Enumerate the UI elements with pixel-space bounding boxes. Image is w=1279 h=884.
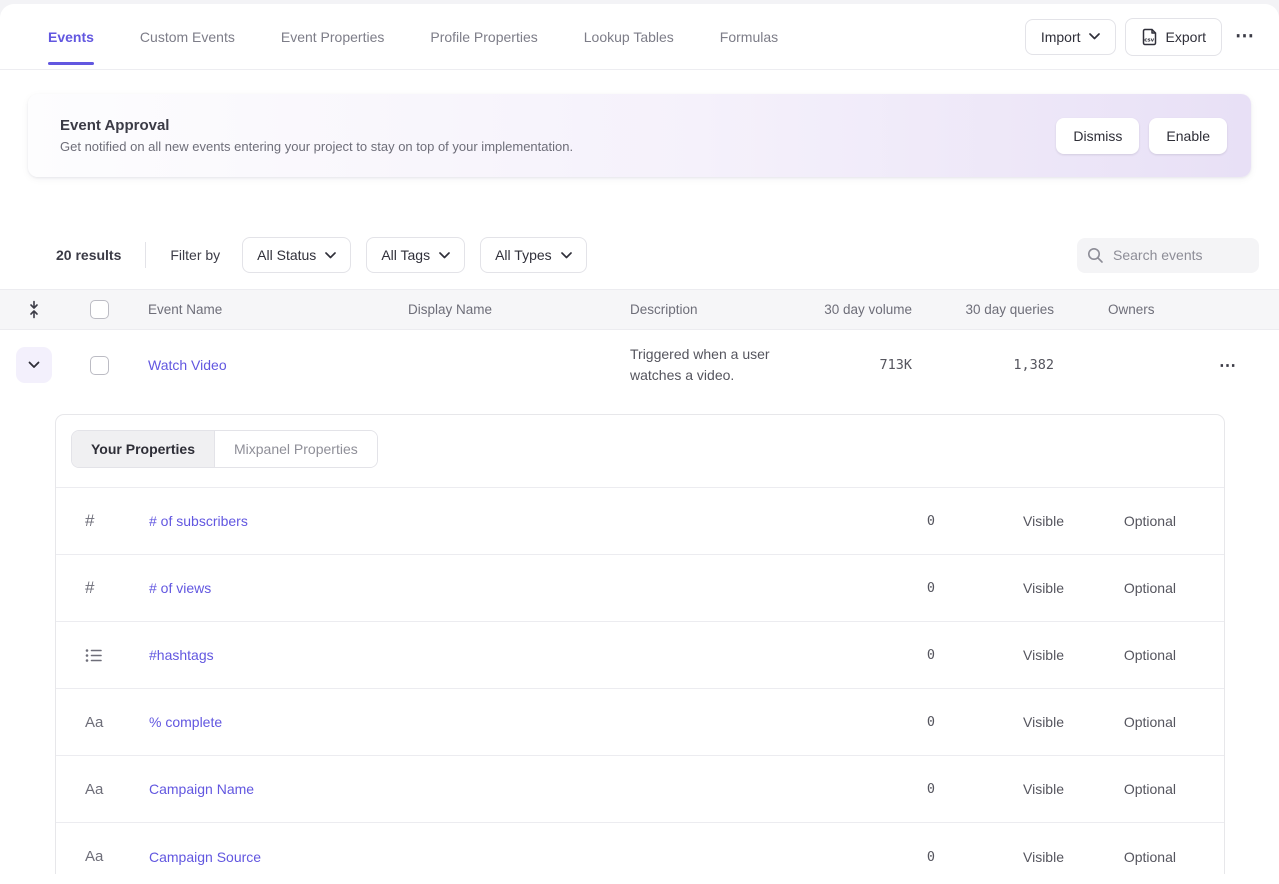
property-requirement: Optional bbox=[1076, 849, 1176, 865]
property-count: 0 bbox=[856, 580, 976, 596]
tab-event-properties[interactable]: Event Properties bbox=[281, 23, 385, 51]
properties-tabs: Your Properties Mixpanel Properties bbox=[56, 415, 1224, 487]
property-row: Aa Campaign Source 0 Visible Optional bbox=[56, 823, 1224, 884]
enable-button[interactable]: Enable bbox=[1149, 118, 1227, 154]
export-button[interactable]: csv Export bbox=[1125, 18, 1222, 56]
chevron-down-icon bbox=[561, 252, 572, 259]
banner-actions: Dismiss Enable bbox=[1056, 118, 1227, 154]
number-type-icon: # bbox=[56, 511, 149, 531]
property-count: 0 bbox=[856, 849, 976, 865]
property-name-link[interactable]: Campaign Source bbox=[149, 849, 261, 865]
property-name-link[interactable]: # of subscribers bbox=[149, 513, 248, 529]
types-filter-value: All Types bbox=[495, 247, 552, 263]
property-visibility: Visible bbox=[976, 513, 1076, 529]
row-checkbox[interactable] bbox=[90, 356, 109, 375]
col-description: Description bbox=[612, 302, 802, 317]
chevron-down-icon bbox=[1089, 33, 1100, 40]
status-filter-value: All Status bbox=[257, 247, 316, 263]
collapse-all-icon[interactable] bbox=[0, 300, 68, 319]
types-filter-dropdown[interactable]: All Types bbox=[480, 237, 587, 273]
event-name-link[interactable]: Watch Video bbox=[148, 357, 227, 373]
property-visibility: Visible bbox=[976, 647, 1076, 663]
property-visibility: Visible bbox=[976, 580, 1076, 596]
property-name-link[interactable]: Campaign Name bbox=[149, 781, 254, 797]
description-cell: Triggered when a user watches a video. bbox=[612, 331, 802, 399]
svg-text:csv: csv bbox=[1144, 37, 1154, 43]
import-button[interactable]: Import bbox=[1025, 19, 1116, 55]
nav-tabs: Events Custom Events Event Properties Pr… bbox=[48, 23, 778, 51]
filter-bar: 20 results Filter by All Status All Tags… bbox=[56, 237, 1259, 273]
search-input[interactable] bbox=[1113, 247, 1243, 263]
text-type-icon: Aa bbox=[56, 714, 149, 731]
property-name-link[interactable]: # of views bbox=[149, 580, 211, 596]
csv-file-icon: csv bbox=[1141, 28, 1158, 46]
tab-profile-properties[interactable]: Profile Properties bbox=[430, 23, 537, 51]
banner-subtitle: Get notified on all new events entering … bbox=[60, 139, 573, 154]
text-type-icon: Aa bbox=[56, 781, 149, 798]
tags-filter-value: All Tags bbox=[381, 247, 430, 263]
search-icon bbox=[1087, 247, 1104, 264]
volume-cell: 713K bbox=[802, 357, 912, 373]
tab-lookup-tables[interactable]: Lookup Tables bbox=[584, 23, 674, 51]
nav-actions: Import csv Export ⋯ bbox=[1025, 18, 1259, 56]
row-menu-icon[interactable]: ⋯ bbox=[1215, 351, 1241, 380]
banner-text: Event Approval Get notified on all new e… bbox=[44, 117, 573, 154]
filter-by-label: Filter by bbox=[170, 247, 220, 263]
row-expander-button[interactable] bbox=[16, 347, 52, 383]
property-visibility: Visible bbox=[976, 781, 1076, 797]
property-row: Aa % complete 0 Visible Optional bbox=[56, 689, 1224, 756]
col-event-name: Event Name bbox=[130, 302, 390, 317]
tab-mixpanel-properties[interactable]: Mixpanel Properties bbox=[215, 431, 377, 467]
chevron-down-icon bbox=[28, 361, 40, 369]
property-requirement: Optional bbox=[1076, 714, 1176, 730]
property-requirement: Optional bbox=[1076, 513, 1176, 529]
tab-custom-events[interactable]: Custom Events bbox=[140, 23, 235, 51]
chevron-down-icon bbox=[439, 252, 450, 259]
property-name-link[interactable]: % complete bbox=[149, 714, 222, 730]
top-nav: Events Custom Events Event Properties Pr… bbox=[0, 4, 1279, 70]
text-type-icon: Aa bbox=[56, 848, 149, 865]
list-type-icon bbox=[56, 648, 149, 663]
page: Events Custom Events Event Properties Pr… bbox=[0, 4, 1279, 884]
col-volume: 30 day volume bbox=[802, 302, 912, 317]
queries-cell: 1,382 bbox=[912, 357, 1054, 373]
col-owners: Owners bbox=[1054, 302, 1189, 317]
search-box bbox=[1077, 238, 1259, 273]
table-row: Watch Video Triggered when a user watche… bbox=[0, 330, 1279, 400]
col-display-name: Display Name bbox=[390, 302, 612, 317]
import-button-label: Import bbox=[1041, 29, 1081, 45]
table-header: Event Name Display Name Description 30 d… bbox=[0, 289, 1279, 330]
results-count: 20 results bbox=[56, 247, 121, 263]
banner-title: Event Approval bbox=[60, 117, 573, 134]
dismiss-button[interactable]: Dismiss bbox=[1056, 118, 1139, 154]
property-requirement: Optional bbox=[1076, 647, 1176, 663]
property-visibility: Visible bbox=[976, 849, 1076, 865]
chevron-down-icon bbox=[325, 252, 336, 259]
status-filter-dropdown[interactable]: All Status bbox=[242, 237, 351, 273]
tab-formulas[interactable]: Formulas bbox=[720, 23, 778, 51]
property-count: 0 bbox=[856, 513, 976, 529]
export-button-label: Export bbox=[1166, 29, 1206, 45]
property-row: # # of subscribers 0 Visible Optional bbox=[56, 488, 1224, 555]
overflow-menu-icon[interactable]: ⋯ bbox=[1231, 21, 1259, 52]
property-name-link[interactable]: #hashtags bbox=[149, 647, 214, 663]
tab-events[interactable]: Events bbox=[48, 23, 94, 51]
divider bbox=[145, 242, 146, 268]
property-row: # # of views 0 Visible Optional bbox=[56, 555, 1224, 622]
number-type-icon: # bbox=[56, 578, 149, 598]
property-visibility: Visible bbox=[976, 714, 1076, 730]
property-requirement: Optional bbox=[1076, 580, 1176, 596]
tab-your-properties[interactable]: Your Properties bbox=[72, 431, 215, 467]
property-row: #hashtags 0 Visible Optional bbox=[56, 622, 1224, 689]
property-requirement: Optional bbox=[1076, 781, 1176, 797]
property-count: 0 bbox=[856, 714, 976, 730]
properties-panel: Your Properties Mixpanel Properties # # … bbox=[55, 414, 1225, 874]
col-queries: 30 day queries bbox=[912, 302, 1054, 317]
tags-filter-dropdown[interactable]: All Tags bbox=[366, 237, 465, 273]
property-count: 0 bbox=[856, 647, 976, 663]
event-approval-banner: Event Approval Get notified on all new e… bbox=[28, 94, 1251, 177]
property-row: Aa Campaign Name 0 Visible Optional bbox=[56, 756, 1224, 823]
select-all-checkbox[interactable] bbox=[90, 300, 109, 319]
property-count: 0 bbox=[856, 781, 976, 797]
